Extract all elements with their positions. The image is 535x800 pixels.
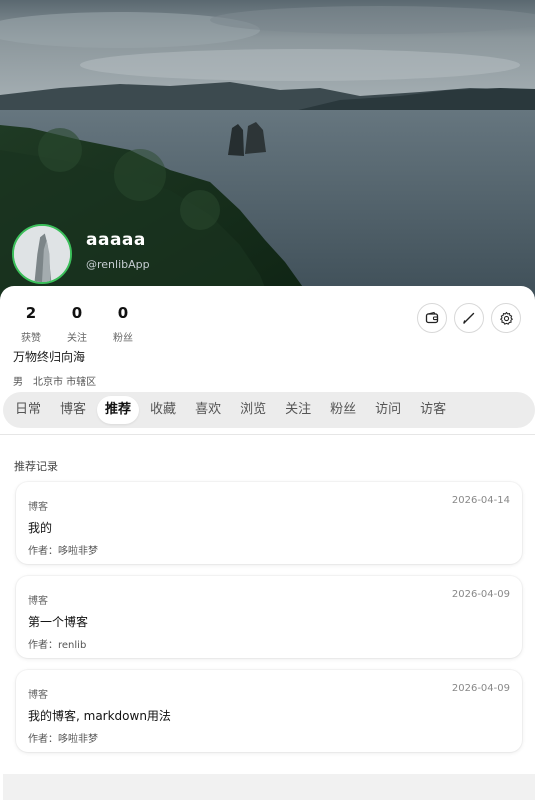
stat-likes[interactable]: 2 获赞 [8,304,54,344]
profile-tabs: 日常 博客 推荐 收藏 喜欢 浏览 关注 粉丝 访问 访客 [3,392,535,428]
record-card[interactable]: 博客 2026-04-14 我的 作者：哆啦非梦 [16,482,522,564]
tab-favorites[interactable]: 收藏 [142,396,184,424]
record-date: 2026-04-09 [451,589,510,600]
tab-following[interactable]: 关注 [277,396,319,424]
profile-actions [417,303,521,333]
stats-row: 2 获赞 0 关注 0 粉丝 [8,304,146,344]
stat-likes-value: 2 [25,304,37,322]
wallet-icon [425,311,439,324]
tab-history[interactable]: 浏览 [232,396,274,424]
record-type: 博客 [28,690,48,701]
record-author: 作者：哆啦非梦 [28,546,98,557]
profile-header: aaaaa @renlibApp [12,224,150,284]
profile-handle: @renlibApp [86,257,150,271]
stat-likes-label: 获赞 [21,333,41,344]
record-date: 2026-04-14 [451,495,510,506]
record-title: 我的博客, markdown用法 [28,709,171,723]
record-author: 作者：renlib [28,640,87,651]
wallet-button[interactable] [417,303,447,333]
profile-bio: 万物终归向海 [13,350,86,364]
gear-icon [499,311,513,325]
avatar-image [14,226,70,282]
pencil-icon [463,312,475,324]
record-author: 作者：哆啦非梦 [28,734,98,745]
edit-profile-button[interactable] [454,303,484,333]
stat-followers-label: 粉丝 [113,333,133,344]
tab-likes[interactable]: 喜欢 [187,396,229,424]
tab-blog[interactable]: 博客 [52,396,94,424]
tab-visitors[interactable]: 访客 [412,396,454,424]
tab-daily[interactable]: 日常 [7,396,49,424]
record-title: 我的 [28,521,53,535]
record-card[interactable]: 博客 2026-04-09 第一个博客 作者：renlib [16,576,522,658]
profile-location: 北京市 市辖区 [33,377,97,388]
record-type: 博客 [28,596,48,607]
profile-meta: 男 北京市 市辖区 [13,373,96,388]
stat-following-value: 0 [71,304,83,322]
profile-username: aaaaa [86,229,146,250]
stat-following-label: 关注 [67,333,87,344]
stat-following[interactable]: 0 关注 [54,304,100,344]
bottom-bar [3,774,535,800]
tab-recommend[interactable]: 推荐 [97,396,140,424]
tab-visits[interactable]: 访问 [367,396,409,424]
record-type: 博客 [28,502,48,513]
settings-button[interactable] [491,303,521,333]
section-title: 推荐记录 [14,460,58,473]
profile-gender: 男 [13,377,23,388]
profile-cover-image: aaaaa @renlibApp [0,0,535,300]
record-date: 2026-04-09 [451,683,510,694]
stat-followers[interactable]: 0 粉丝 [100,304,146,344]
divider [0,434,535,435]
tab-followers[interactable]: 粉丝 [322,396,364,424]
record-card[interactable]: 博客 2026-04-09 我的博客, markdown用法 作者：哆啦非梦 [16,670,522,752]
record-title: 第一个博客 [28,615,89,629]
avatar[interactable] [12,224,72,284]
stat-followers-value: 0 [117,304,129,322]
profile-sheet: 2 获赞 0 关注 0 粉丝 万物终归向海 男 北京市 市辖区 日常 博客 推荐… [0,286,535,800]
